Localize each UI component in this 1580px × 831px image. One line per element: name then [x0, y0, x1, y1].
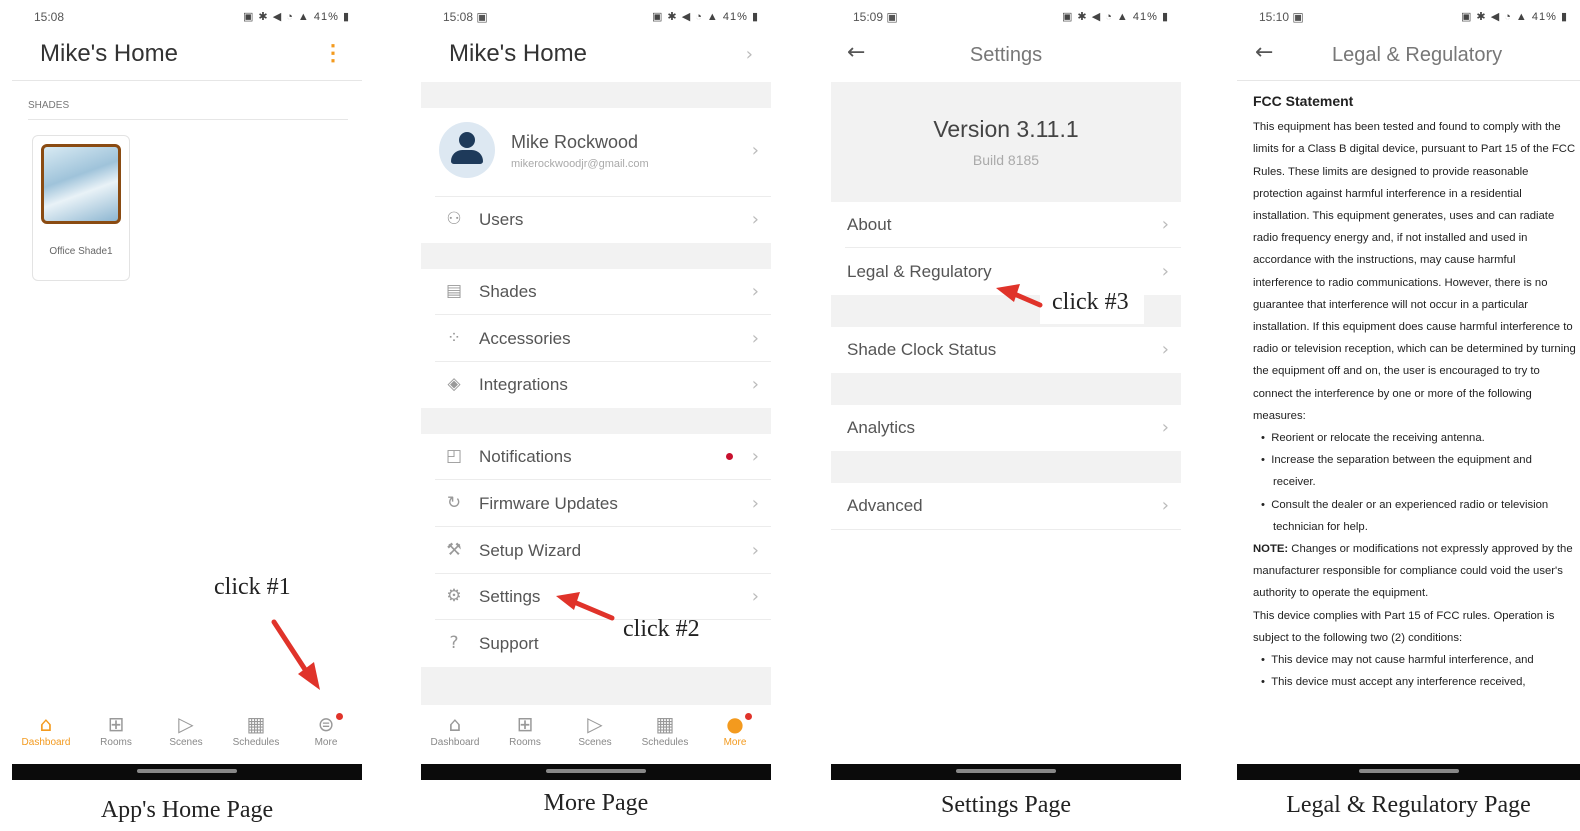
complies-paragraph: This device complies with Part 15 of FCC… [1253, 609, 1555, 644]
bullet-text: Reorient or relocate the receiving anten… [1271, 432, 1485, 445]
fcc-heading: FCC Statement [1253, 93, 1354, 109]
caption-legal: Legal & Regulatory Page [1286, 792, 1531, 818]
bullet-item: • Reorient or relocate the receiving ant… [1261, 432, 1485, 445]
back-arrow-icon[interactable]: ← [1255, 40, 1273, 65]
fcc-paragraph: This equipment has been tested and found… [1253, 121, 1576, 422]
note-text: Changes or modifications not expressly a… [1253, 543, 1573, 600]
bullet-text: This device may not cause harmful interf… [1271, 654, 1534, 667]
status-icons: ▣ ✱ ◀ ◔ ▲ 41% ▮ [1460, 11, 1568, 23]
bullet-item: • Consult the dealer or an experienced r… [1261, 498, 1549, 533]
status-bar: 15:10 ▣ ▣ ✱ ◀ ◔ ▲ 41% ▮ [1259, 10, 1568, 26]
gesture-pill[interactable] [1358, 769, 1459, 773]
bullet-text: Increase the separation between the equi… [1271, 454, 1532, 489]
bullet-item: • This device must accept any interferen… [1261, 676, 1526, 689]
bullet-item: • Increase the separation between the eq… [1261, 454, 1532, 489]
note-paragraph: NOTE: Changes or modifications not expre… [1253, 538, 1576, 605]
system-nav-bar [1237, 764, 1580, 780]
bullet-text: Consult the dealer or an experienced rad… [1271, 498, 1549, 533]
bullet-item: • This device may not cause harmful inte… [1261, 654, 1534, 667]
bullet-text: This device must accept any interference… [1271, 676, 1526, 689]
caption-settings: Settings Page [941, 792, 1071, 818]
header-divider [1237, 80, 1580, 81]
legal-title: Legal & Regulatory [1332, 44, 1503, 66]
legal-content[interactable]: FCC Statement This equipment has been te… [1253, 90, 1576, 693]
status-time: 15:10 ▣ [1259, 10, 1304, 24]
note-label: NOTE: [1253, 543, 1289, 556]
phone-legal: 15:10 ▣ ▣ ✱ ◀ ◔ ▲ 41% ▮ ← Legal & Regula… [1237, 0, 1580, 780]
